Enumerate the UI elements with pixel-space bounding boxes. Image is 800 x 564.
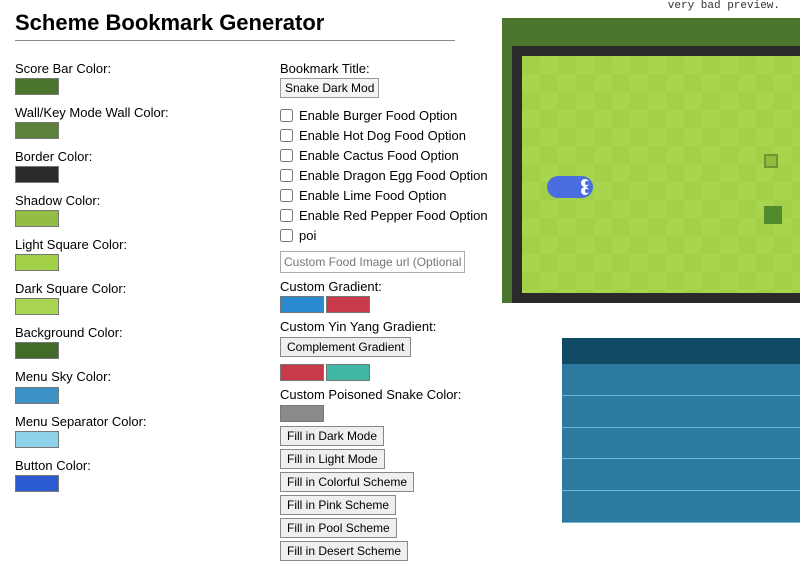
menu-row (562, 459, 800, 491)
snake-eye-icon (581, 187, 589, 195)
fill-scheme-button[interactable]: Fill in Dark Mode (280, 426, 384, 446)
food-option-checkbox[interactable] (280, 189, 293, 202)
food-block-icon (764, 206, 782, 224)
menu-row (562, 491, 800, 523)
gradient-swatch[interactable] (326, 296, 370, 313)
menu-row (562, 428, 800, 460)
food-option-label: Enable Red Pepper Food Option (299, 208, 488, 223)
food-option-label: Enable Dragon Egg Food Option (299, 168, 488, 183)
color-label: Menu Sky Color: (15, 369, 280, 384)
preview-warning: very bad preview. (668, 0, 780, 12)
menu-row (562, 396, 800, 428)
fill-scheme-button[interactable]: Fill in Desert Scheme (280, 541, 408, 561)
gradient-swatch[interactable] (280, 296, 324, 313)
yin-yang-swatch[interactable] (280, 364, 324, 381)
food-option-row[interactable]: Enable Dragon Egg Food Option (280, 168, 500, 183)
food-option-row[interactable]: Enable Lime Food Option (280, 188, 500, 203)
color-swatch[interactable] (15, 78, 59, 95)
fill-scheme-button[interactable]: Fill in Colorful Scheme (280, 472, 414, 492)
food-option-label: Enable Burger Food Option (299, 108, 457, 123)
bookmark-title-label: Bookmark Title: (280, 61, 500, 76)
food-item-icon (764, 154, 778, 168)
color-swatch[interactable] (15, 210, 59, 227)
food-option-checkbox[interactable] (280, 109, 293, 122)
food-option-row[interactable]: Enable Cactus Food Option (280, 148, 500, 163)
color-label: Menu Separator Color: (15, 414, 280, 429)
options-column: Bookmark Title: Snake Dark Mod Enable Bu… (280, 61, 500, 564)
color-swatch[interactable] (15, 122, 59, 139)
poisoned-snake-label: Custom Poisoned Snake Color: (280, 387, 461, 402)
color-label: Score Bar Color: (15, 61, 280, 76)
color-swatch[interactable] (15, 431, 59, 448)
snake-eye-icon (581, 179, 589, 187)
food-option-label: Enable Cactus Food Option (299, 148, 459, 163)
bookmark-title-input[interactable]: Snake Dark Mod (280, 78, 379, 98)
food-option-label: Enable Hot Dog Food Option (299, 128, 466, 143)
color-label: Wall/Key Mode Wall Color: (15, 105, 280, 120)
yin-yang-swatch[interactable] (326, 364, 370, 381)
color-label: Button Color: (15, 458, 280, 473)
color-swatch[interactable] (15, 342, 59, 359)
color-label: Border Color: (15, 149, 280, 164)
food-option-checkbox[interactable] (280, 129, 293, 142)
color-swatch[interactable] (15, 166, 59, 183)
poisoned-snake-swatch[interactable] (280, 405, 324, 422)
page-title: Scheme Bookmark Generator (15, 10, 324, 36)
color-swatch[interactable] (15, 298, 59, 315)
color-swatch[interactable] (15, 387, 59, 404)
color-label: Dark Square Color: (15, 281, 280, 296)
title-underline (15, 40, 455, 41)
custom-gradient-label: Custom Gradient: (280, 279, 382, 294)
food-option-row[interactable]: Enable Hot Dog Food Option (280, 128, 500, 143)
fill-scheme-button[interactable]: Fill in Pool Scheme (280, 518, 397, 538)
food-option-checkbox[interactable] (280, 149, 293, 162)
complement-gradient-button[interactable]: Complement Gradient (280, 337, 411, 357)
snake-icon (547, 176, 593, 198)
food-option-checkbox[interactable] (280, 169, 293, 182)
game-preview (502, 18, 800, 303)
food-option-checkbox[interactable] (280, 229, 293, 242)
fill-scheme-button[interactable]: Fill in Pink Scheme (280, 495, 396, 515)
menu-header-bar (562, 338, 800, 364)
custom-food-url-input[interactable] (280, 251, 465, 273)
food-option-checkbox[interactable] (280, 209, 293, 222)
menu-preview (562, 338, 800, 523)
food-option-label: poi (299, 228, 316, 243)
color-settings-column: Score Bar Color: Wall/Key Mode Wall Color… (15, 61, 280, 564)
game-board-border (512, 46, 800, 303)
color-swatch[interactable] (15, 475, 59, 492)
yin-yang-label: Custom Yin Yang Gradient: (280, 319, 436, 334)
menu-row (562, 364, 800, 396)
food-option-row[interactable]: Enable Red Pepper Food Option (280, 208, 500, 223)
game-board (522, 56, 800, 293)
color-label: Background Color: (15, 325, 280, 340)
food-option-row[interactable]: Enable Burger Food Option (280, 108, 500, 123)
food-option-row[interactable]: poi (280, 228, 500, 243)
food-option-label: Enable Lime Food Option (299, 188, 446, 203)
color-label: Light Square Color: (15, 237, 280, 252)
fill-scheme-button[interactable]: Fill in Light Mode (280, 449, 385, 469)
color-swatch[interactable] (15, 254, 59, 271)
color-label: Shadow Color: (15, 193, 280, 208)
